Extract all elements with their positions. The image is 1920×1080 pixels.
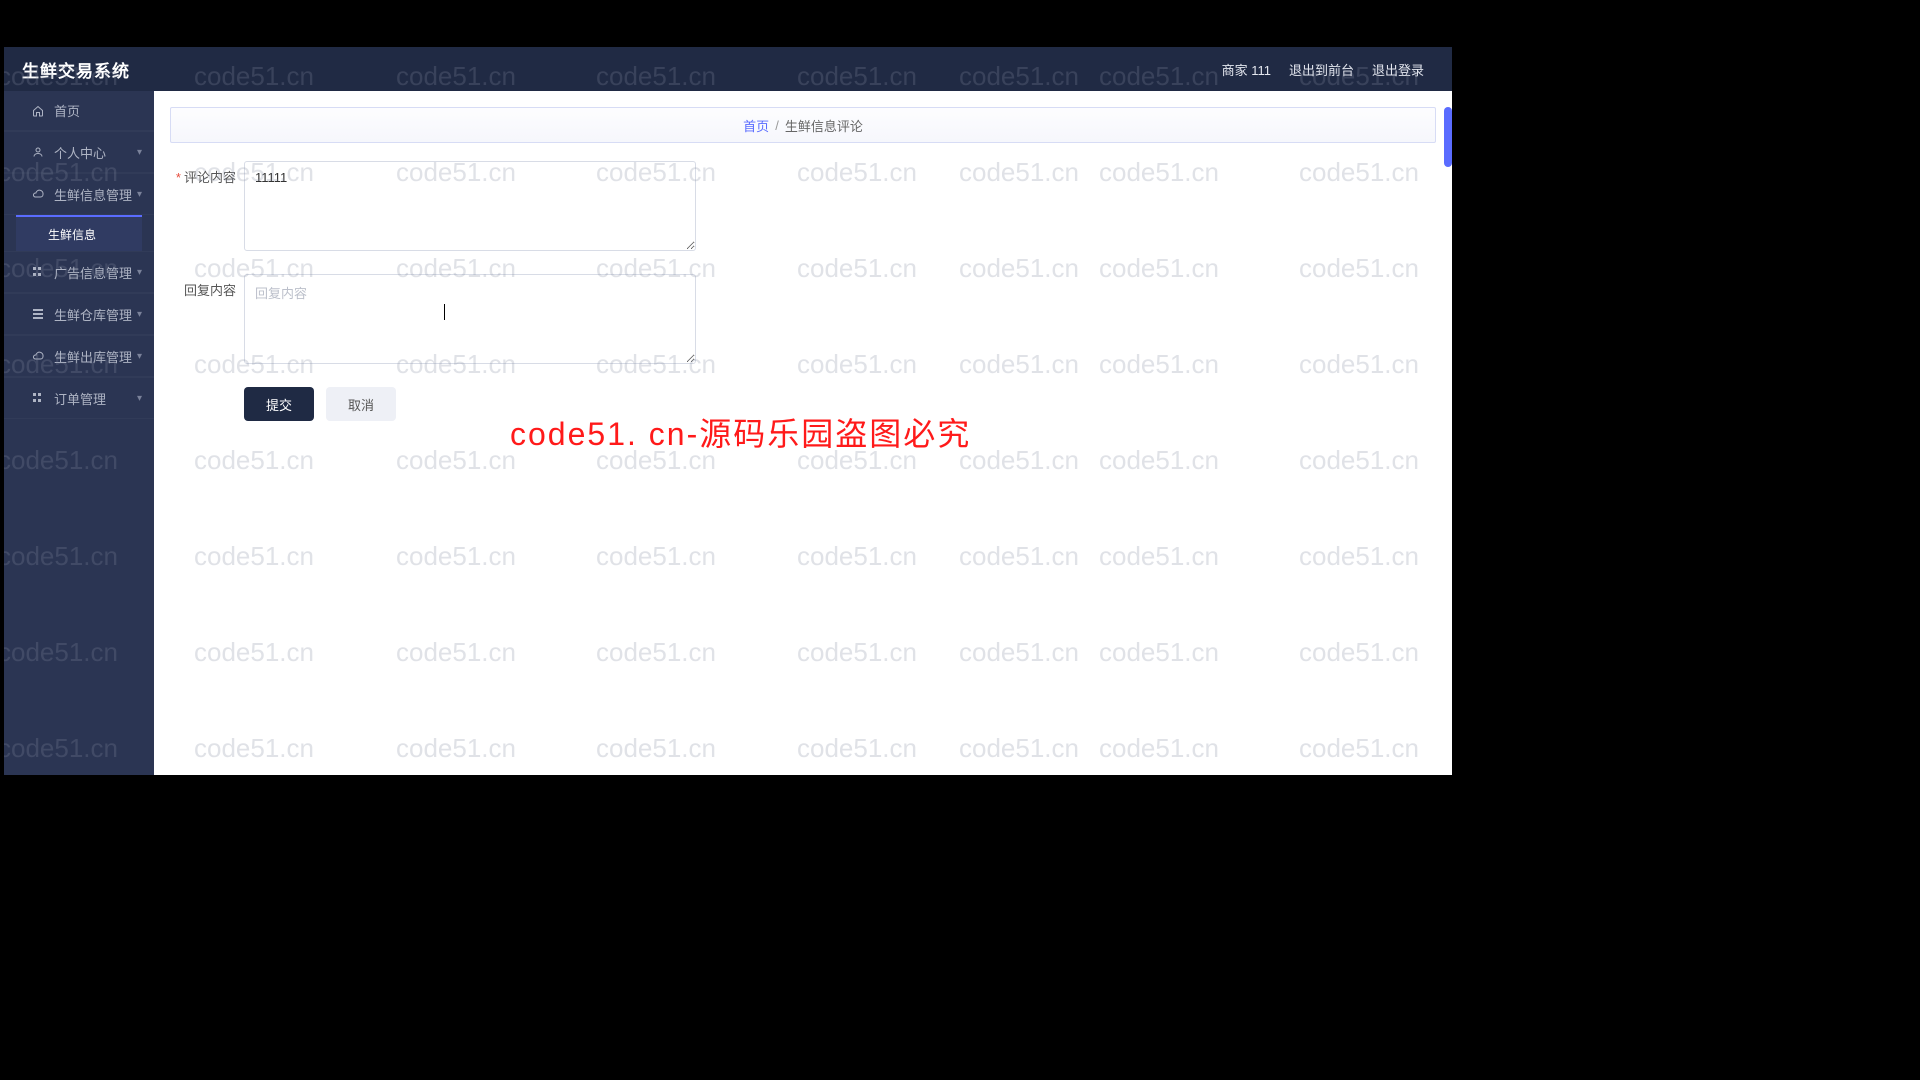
app-title: 生鲜交易系统	[22, 57, 130, 82]
cloud-icon	[32, 188, 44, 200]
sidebar-item-label: 个人中心	[54, 143, 106, 162]
form-row-comment: *评论内容	[170, 161, 1436, 256]
grid-icon	[32, 266, 44, 278]
home-icon	[32, 105, 44, 117]
breadcrumb-home[interactable]: 首页	[743, 116, 769, 135]
form-buttons: 提交 取消	[244, 387, 1436, 421]
comment-label: *评论内容	[170, 161, 236, 186]
form-row-reply: 回复内容	[170, 274, 1436, 369]
chevron-down-icon: ▾	[137, 147, 142, 158]
scrollbar-thumb[interactable]	[1444, 107, 1452, 167]
cloud-icon	[32, 350, 44, 362]
sidebar-item-label: 生鲜仓库管理	[54, 305, 132, 324]
goto-front-link[interactable]: 退出到前台	[1289, 60, 1354, 79]
sidebar-item-fresh-info[interactable]: 生鲜信息管理 ▾	[4, 173, 154, 215]
sidebar-item-home[interactable]: 首页	[4, 91, 154, 131]
sidebar-item-ads[interactable]: 广告信息管理 ▾	[4, 251, 154, 293]
sidebar-sub-label: 生鲜信息	[48, 226, 96, 243]
breadcrumb: 首页 / 生鲜信息评论	[170, 107, 1436, 143]
breadcrumb-separator: /	[775, 118, 779, 133]
sidebar-item-personal[interactable]: 个人中心 ▾	[4, 131, 154, 173]
sidebar-item-label: 广告信息管理	[54, 263, 132, 282]
chevron-down-icon: ▾	[137, 189, 142, 200]
user-icon	[32, 146, 44, 158]
sidebar-sub-fresh-info[interactable]: 生鲜信息	[16, 215, 142, 251]
text-caret	[444, 304, 445, 320]
bars-icon	[32, 308, 44, 320]
chevron-down-icon: ▾	[137, 267, 142, 278]
sidebar-item-label: 生鲜出库管理	[54, 347, 132, 366]
merchant-label[interactable]: 商家 111	[1222, 60, 1271, 79]
sidebar-item-label: 首页	[54, 101, 80, 120]
main-content: 首页 / 生鲜信息评论 *评论内容 回复内容 提交 取消	[154, 91, 1452, 775]
submit-button[interactable]: 提交	[244, 387, 314, 421]
comment-textarea[interactable]	[244, 161, 696, 251]
sidebar-item-orders[interactable]: 订单管理 ▾	[4, 377, 154, 419]
sidebar-item-warehouse[interactable]: 生鲜仓库管理 ▾	[4, 293, 154, 335]
chevron-down-icon: ▾	[137, 309, 142, 320]
required-asterisk: *	[176, 170, 181, 185]
reply-textarea[interactable]	[244, 274, 696, 364]
sidebar-item-outbound[interactable]: 生鲜出库管理 ▾	[4, 335, 154, 377]
chevron-down-icon: ▾	[137, 351, 142, 362]
letterbox-top	[0, 0, 1920, 47]
chevron-down-icon: ▾	[137, 393, 142, 404]
logout-link[interactable]: 退出登录	[1372, 60, 1424, 79]
breadcrumb-current: 生鲜信息评论	[785, 116, 863, 135]
cancel-button[interactable]: 取消	[326, 387, 396, 421]
sidebar-item-label: 生鲜信息管理	[54, 185, 132, 204]
sidebar-item-label: 订单管理	[54, 389, 106, 408]
header-bar: 生鲜交易系统 商家 111 退出到前台 退出登录	[4, 47, 1452, 91]
app-window: 生鲜交易系统 商家 111 退出到前台 退出登录 首页 个人中心 ▾ 生鲜	[4, 47, 1452, 775]
grid-icon	[32, 392, 44, 404]
sidebar: 首页 个人中心 ▾ 生鲜信息管理 ▾ 生鲜信息 广告信息管理 ▾	[4, 91, 154, 775]
reply-label: 回复内容	[170, 274, 236, 299]
header-right-links: 商家 111 退出到前台 退出登录	[1222, 60, 1452, 79]
